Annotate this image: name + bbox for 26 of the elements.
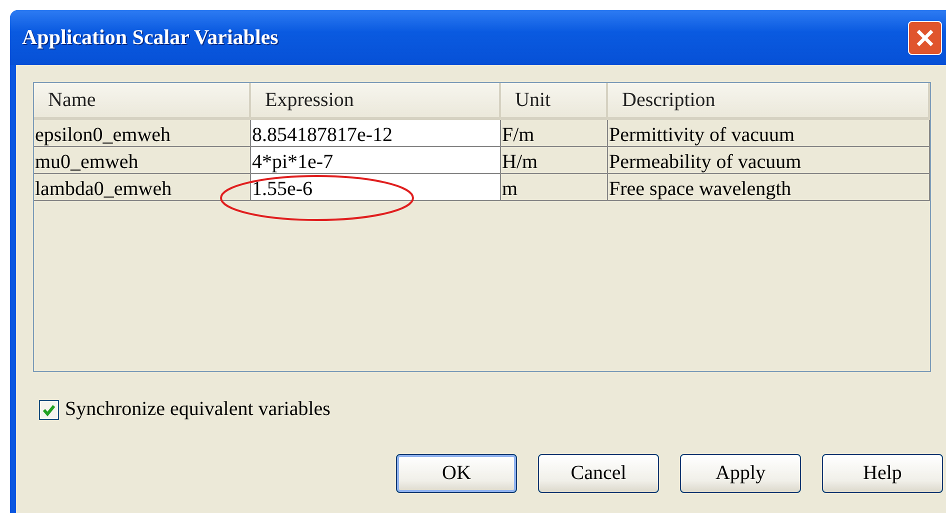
- dialog-button[interactable]: Cancel: [538, 454, 659, 493]
- expression-field[interactable]: 4*pi*1e-7: [251, 147, 501, 174]
- column-header[interactable]: Unit: [501, 83, 608, 120]
- checkbox-label: Synchronize equivalent variables: [65, 398, 330, 421]
- table-cell: lambda0_emweh: [34, 174, 251, 201]
- checkbox[interactable]: [39, 400, 59, 420]
- close-button[interactable]: [908, 20, 942, 54]
- table-cell: m: [501, 174, 608, 201]
- table-cell: mu0_emweh: [34, 147, 251, 174]
- column-header[interactable]: Name: [34, 83, 251, 120]
- table-cell: Free space wavelength: [608, 174, 930, 201]
- table-cell: H/m: [501, 147, 608, 174]
- dialog-button[interactable]: Apply: [680, 454, 801, 493]
- table-cell: F/m: [501, 120, 608, 147]
- dialog-button[interactable]: OK: [396, 454, 517, 493]
- check-icon: [42, 402, 56, 416]
- table-cell: Permittivity of vacuum: [608, 120, 930, 147]
- column-header[interactable]: Expression: [251, 83, 501, 120]
- expression-field[interactable]: 1.55e-6: [251, 174, 501, 201]
- table-cell: epsilon0_emweh: [34, 120, 251, 147]
- close-icon: [915, 28, 935, 48]
- table-cell: Permeability of vacuum: [608, 147, 930, 174]
- column-header[interactable]: Description: [608, 83, 930, 120]
- dialog-button[interactable]: Help: [822, 454, 943, 493]
- window-title: Application Scalar Variables: [22, 25, 278, 50]
- expression-field[interactable]: 8.854187817e-12: [251, 120, 501, 147]
